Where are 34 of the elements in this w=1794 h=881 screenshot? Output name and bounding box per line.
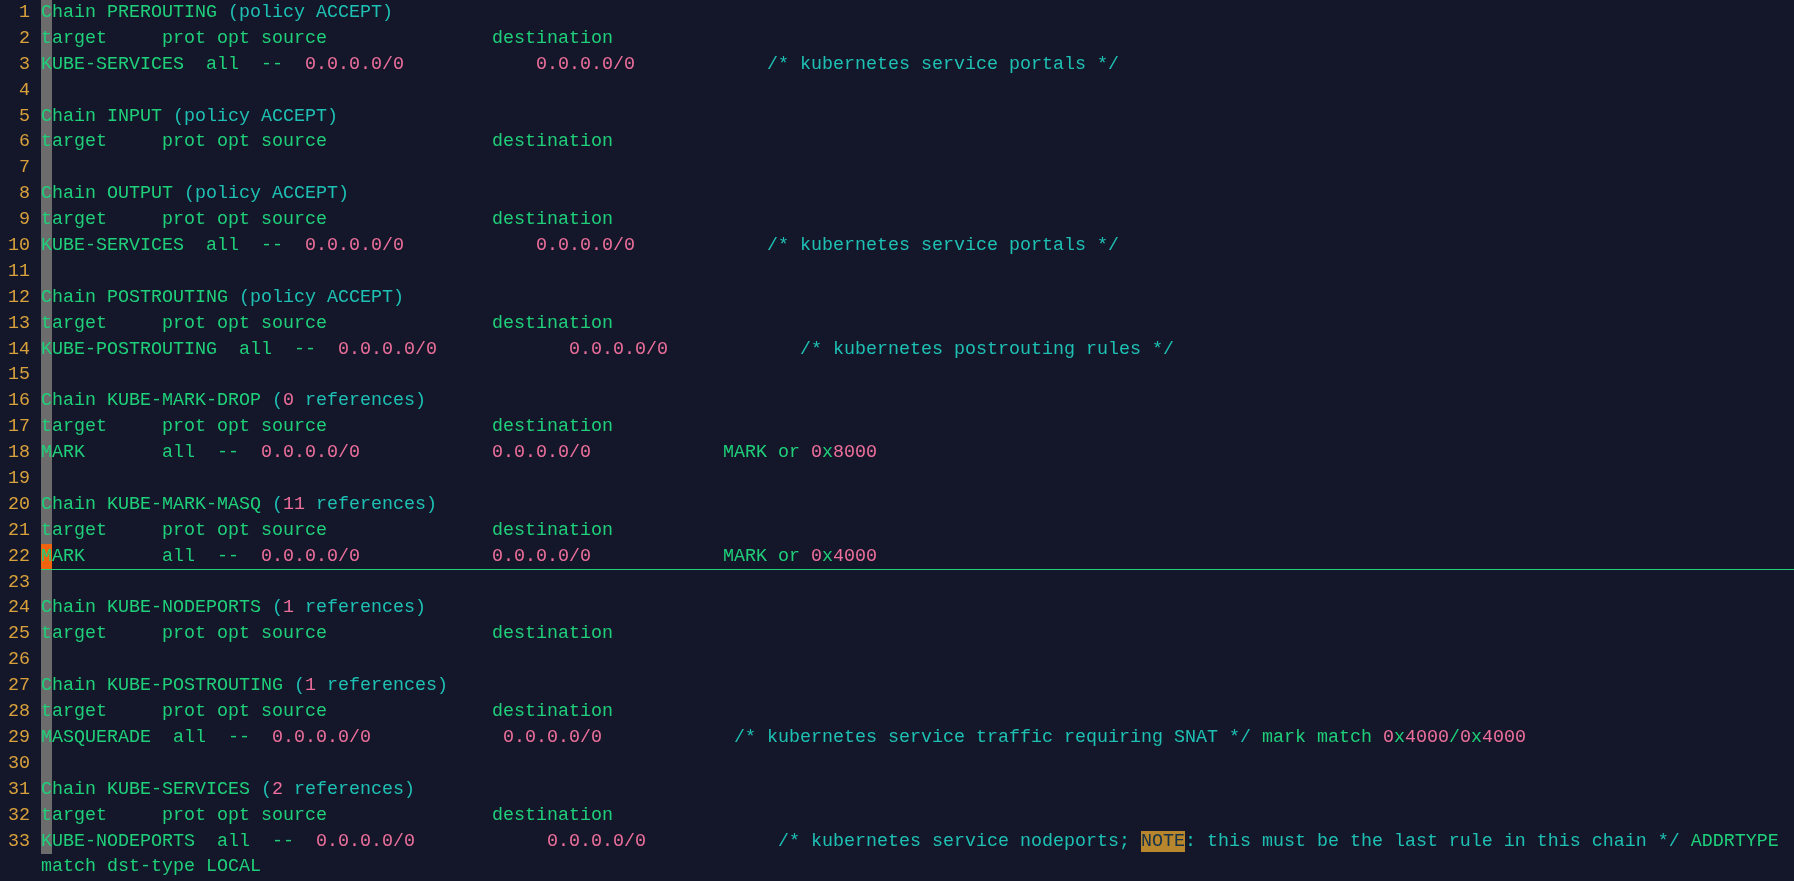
line-number: 21	[7, 518, 30, 543]
line-number: 29	[7, 725, 30, 750]
line-number: 11	[7, 259, 30, 284]
line-number: 17	[7, 415, 30, 440]
line-number: 16	[7, 389, 30, 414]
line-number: 7	[18, 156, 30, 181]
line-number: 30	[7, 751, 30, 776]
line-number: 28	[7, 700, 30, 725]
line-number: 8	[18, 182, 30, 207]
line-number: 13	[7, 311, 30, 336]
line-number: 14	[7, 337, 30, 362]
line-number: 4	[18, 78, 30, 103]
line-number: 10	[7, 234, 30, 258]
line-number: 5	[18, 104, 30, 129]
line-number: 1	[18, 1, 30, 25]
line-number: 9	[18, 208, 30, 233]
line-number: 19	[7, 467, 30, 492]
line-number: 3	[18, 52, 30, 77]
line-number: 23	[7, 570, 30, 595]
line-number: 32	[7, 803, 30, 828]
line-number: 26	[7, 648, 30, 673]
code-line: match dst-type LOCAL	[41, 855, 262, 880]
line-number: 27	[7, 674, 30, 699]
line-number: 24	[7, 596, 30, 621]
line-number: 6	[18, 130, 30, 155]
line-number: 22	[7, 544, 30, 569]
line-number: 18	[7, 441, 30, 466]
line-number: 33	[7, 829, 30, 854]
line-number: 31	[7, 777, 30, 802]
line-number: 15	[7, 363, 30, 388]
line-number: 2	[18, 26, 30, 51]
line-number: 20	[7, 492, 30, 517]
line-number: 12	[7, 285, 30, 310]
line-number: 25	[7, 622, 30, 647]
